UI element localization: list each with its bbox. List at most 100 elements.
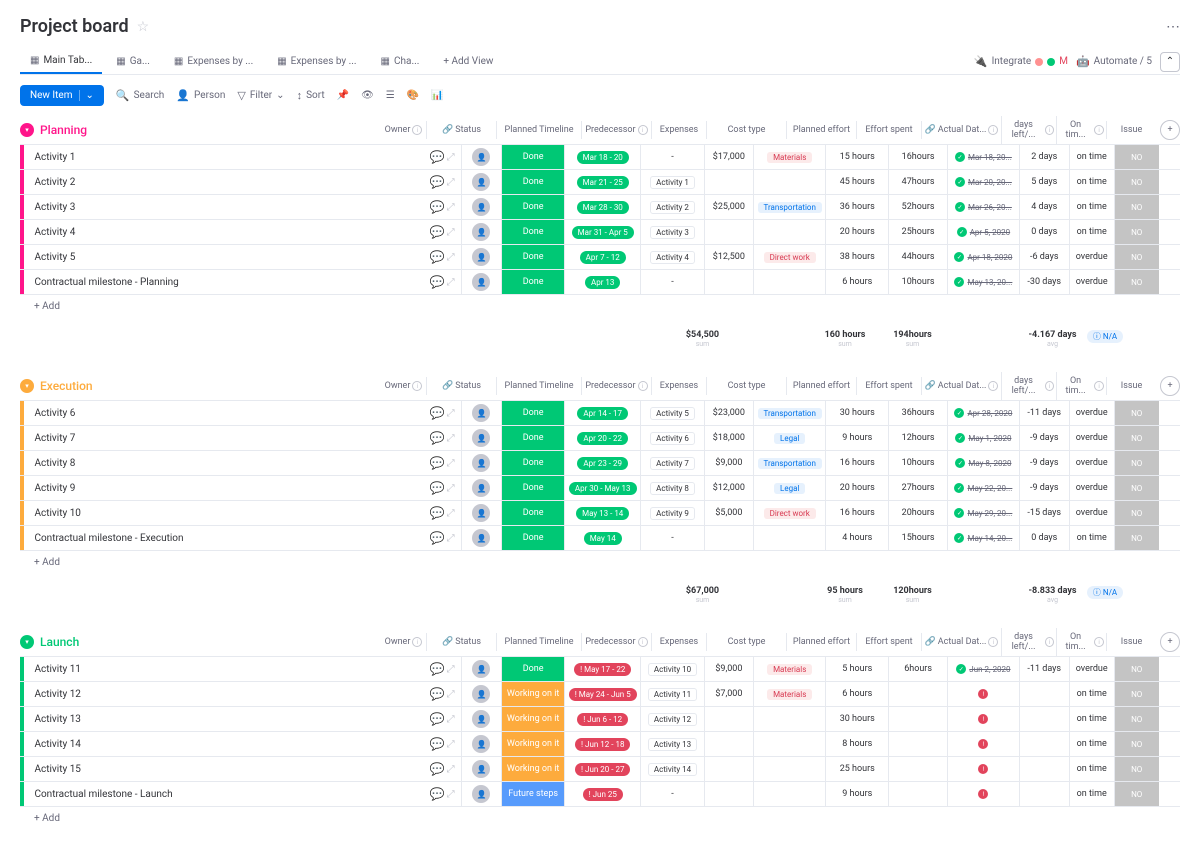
planned-effort-cell[interactable]: 45 hours bbox=[825, 170, 888, 194]
view-tab[interactable]: ▦Expenses by ... bbox=[164, 50, 263, 73]
timeline-cell[interactable]: Apr 13 bbox=[564, 270, 640, 294]
chevron-down-icon[interactable]: ⌄ bbox=[79, 90, 94, 101]
expenses-cell[interactable] bbox=[704, 220, 754, 244]
on-time-cell[interactable]: overdue bbox=[1069, 476, 1114, 500]
on-time-cell[interactable]: on time bbox=[1069, 782, 1114, 806]
item-name[interactable]: Activity 5 bbox=[24, 245, 424, 269]
days-left-cell[interactable]: 5 days bbox=[1019, 170, 1069, 194]
item-name[interactable]: Activity 8 bbox=[24, 451, 424, 475]
issue-cell[interactable]: NO bbox=[1114, 426, 1159, 450]
table-row[interactable]: Activity 10💬⤢👤DoneMay 13 - 14Activity 9$… bbox=[20, 500, 1180, 525]
column-header[interactable]: 🔗Actual Dat...i bbox=[921, 121, 1001, 139]
table-row[interactable]: Activity 15💬⤢👤Working on it! Jun 20 - 27… bbox=[20, 756, 1180, 781]
item-name[interactable]: Contractual milestone - Execution bbox=[24, 526, 424, 550]
item-name[interactable]: Activity 9 bbox=[24, 476, 424, 500]
predecessor-cell[interactable]: - bbox=[640, 526, 703, 550]
add-column-button[interactable]: + bbox=[1160, 120, 1180, 140]
expenses-cell[interactable] bbox=[704, 170, 754, 194]
column-header[interactable]: On tim...i bbox=[1056, 116, 1106, 144]
expenses-cell[interactable]: $17,000 bbox=[704, 145, 754, 169]
days-left-cell[interactable]: -15 days bbox=[1019, 501, 1069, 525]
status-cell[interactable]: Done bbox=[501, 426, 564, 450]
effort-spent-cell[interactable]: 10hours bbox=[888, 451, 947, 475]
table-row[interactable]: Activity 14💬⤢👤Working on it! Jun 12 - 18… bbox=[20, 731, 1180, 756]
column-header[interactable]: days left/...i bbox=[1001, 628, 1056, 656]
column-header[interactable]: Predecessori bbox=[581, 633, 651, 651]
item-name[interactable]: Activity 14 bbox=[24, 732, 424, 756]
on-time-cell[interactable]: on time bbox=[1069, 170, 1114, 194]
height-icon[interactable]: ☰ bbox=[386, 90, 395, 101]
days-left-cell[interactable] bbox=[1019, 757, 1069, 781]
issue-cell[interactable]: NO bbox=[1114, 732, 1159, 756]
item-name[interactable]: Activity 4 bbox=[24, 220, 424, 244]
status-cell[interactable]: Done bbox=[501, 501, 564, 525]
table-row[interactable]: Contractual milestone - Execution💬⤢👤Done… bbox=[20, 525, 1180, 550]
column-header[interactable]: Planned effort bbox=[786, 633, 856, 651]
issue-cell[interactable]: NO bbox=[1114, 401, 1159, 425]
table-row[interactable]: Contractual milestone - Planning💬⤢👤DoneA… bbox=[20, 269, 1180, 294]
cost-type-cell[interactable]: Legal bbox=[753, 476, 825, 500]
expand-icon[interactable]: ⤢ bbox=[447, 177, 455, 188]
actual-date-cell[interactable]: ! bbox=[947, 707, 1019, 731]
issue-cell[interactable]: NO bbox=[1114, 682, 1159, 706]
on-time-cell[interactable]: on time bbox=[1069, 220, 1114, 244]
person-filter-button[interactable]: 👤Person bbox=[176, 89, 225, 102]
expenses-cell[interactable] bbox=[704, 526, 754, 550]
expenses-cell[interactable]: $25,000 bbox=[704, 195, 754, 219]
planned-effort-cell[interactable]: 30 hours bbox=[825, 707, 888, 731]
days-left-cell[interactable]: -9 days bbox=[1019, 476, 1069, 500]
actual-date-cell[interactable]: ✓May 29, 20... bbox=[947, 501, 1019, 525]
item-name[interactable]: Activity 7 bbox=[24, 426, 424, 450]
chat-icon[interactable]: 💬 bbox=[430, 406, 445, 420]
predecessor-cell[interactable]: Activity 12 bbox=[640, 707, 703, 731]
sort-button[interactable]: ↕Sort bbox=[297, 89, 325, 102]
predecessor-cell[interactable]: - bbox=[640, 782, 703, 806]
expenses-cell[interactable]: $9,000 bbox=[704, 451, 754, 475]
planned-effort-cell[interactable]: 20 hours bbox=[825, 476, 888, 500]
planned-effort-cell[interactable]: 9 hours bbox=[825, 426, 888, 450]
expand-icon[interactable]: ⤢ bbox=[447, 277, 455, 288]
actual-date-cell[interactable]: ✓Mar 26, 20... bbox=[947, 195, 1019, 219]
chat-icon[interactable]: 💬 bbox=[430, 431, 445, 445]
column-header[interactable]: Issue bbox=[1106, 633, 1156, 651]
expenses-cell[interactable] bbox=[704, 757, 754, 781]
automate-button[interactable]: 🤖 Automate / 5 bbox=[1076, 55, 1152, 68]
status-cell[interactable]: Done bbox=[501, 245, 564, 269]
actual-date-cell[interactable]: ✓Jun 2, 2020 bbox=[947, 657, 1019, 681]
column-header[interactable]: 🔗Status bbox=[426, 633, 496, 651]
planned-effort-cell[interactable]: 16 hours bbox=[825, 451, 888, 475]
cost-type-cell[interactable] bbox=[753, 757, 825, 781]
table-row[interactable]: Activity 2💬⤢👤DoneMar 21 - 25Activity 145… bbox=[20, 169, 1180, 194]
table-row[interactable]: Activity 11💬⤢👤Done! May 17 - 22Activity … bbox=[20, 656, 1180, 681]
actual-date-cell[interactable]: ! bbox=[947, 757, 1019, 781]
expand-icon[interactable]: ⤢ bbox=[447, 152, 455, 163]
issue-cell[interactable]: NO bbox=[1114, 707, 1159, 731]
expand-icon[interactable]: ⤢ bbox=[447, 739, 455, 750]
predecessor-cell[interactable]: Activity 8 bbox=[640, 476, 703, 500]
actual-date-cell[interactable]: ✓May 22, 20... bbox=[947, 476, 1019, 500]
column-header[interactable]: Effort spent bbox=[856, 633, 921, 651]
on-time-cell[interactable]: overdue bbox=[1069, 501, 1114, 525]
effort-spent-cell[interactable] bbox=[888, 732, 947, 756]
item-name[interactable]: Contractual milestone - Launch bbox=[24, 782, 424, 806]
actual-date-cell[interactable]: ✓Apr 5, 2020 bbox=[947, 220, 1019, 244]
cost-type-cell[interactable] bbox=[753, 782, 825, 806]
item-name[interactable]: Activity 3 bbox=[24, 195, 424, 219]
actual-date-cell[interactable]: ✓Apr 28, 2020 bbox=[947, 401, 1019, 425]
column-header[interactable]: On tim...i bbox=[1056, 628, 1106, 656]
owner-cell[interactable]: 👤 bbox=[461, 757, 502, 781]
column-header[interactable]: Owneri bbox=[381, 121, 426, 139]
cost-type-cell[interactable] bbox=[753, 170, 825, 194]
status-cell[interactable]: Done bbox=[501, 145, 564, 169]
table-row[interactable]: Activity 4💬⤢👤DoneMar 31 - Apr 5Activity … bbox=[20, 219, 1180, 244]
owner-cell[interactable]: 👤 bbox=[461, 707, 502, 731]
timeline-cell[interactable]: ! May 24 - Jun 5 bbox=[564, 682, 640, 706]
expand-icon[interactable]: ⤢ bbox=[447, 227, 455, 238]
effort-spent-cell[interactable]: 12hours bbox=[888, 426, 947, 450]
planned-effort-cell[interactable]: 4 hours bbox=[825, 526, 888, 550]
cost-type-cell[interactable]: Direct work bbox=[753, 501, 825, 525]
status-cell[interactable]: Future steps bbox=[501, 782, 564, 806]
item-name[interactable]: Activity 12 bbox=[24, 682, 424, 706]
cost-type-cell[interactable] bbox=[753, 707, 825, 731]
owner-cell[interactable]: 👤 bbox=[461, 426, 502, 450]
